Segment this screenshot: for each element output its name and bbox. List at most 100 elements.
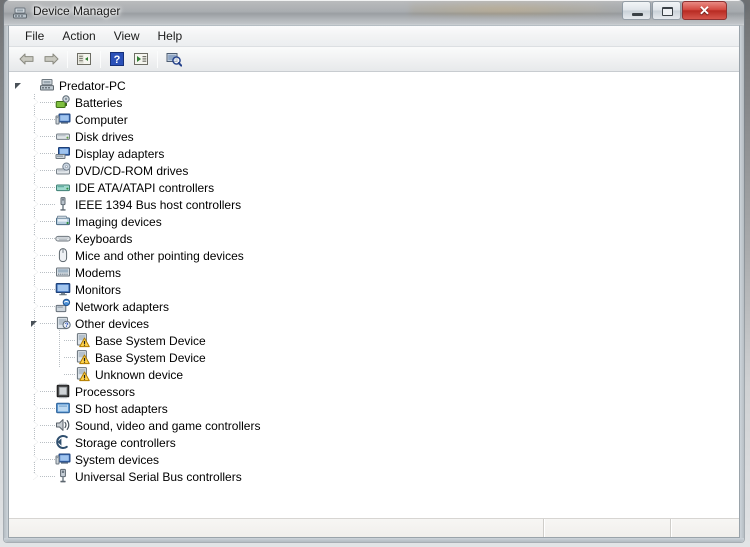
tree-connector-tick (40, 272, 55, 273)
keyboard-icon (55, 230, 71, 246)
tree-expand-arrow-collapsed-icon[interactable] (31, 114, 40, 124)
forward-button[interactable] (40, 49, 62, 70)
tree-node[interactable]: System devices (9, 451, 739, 468)
monitor-icon (55, 281, 71, 297)
device-tree-pane[interactable]: Predator-PC Batteries Computer Disk drives D… (9, 72, 739, 518)
tree-node[interactable]: IDE ATA/ATAPI controllers (9, 179, 739, 196)
tree-connector-tick (40, 425, 55, 426)
scan-magnifier-icon (166, 53, 182, 67)
window-bottom-edge (4, 538, 744, 542)
unknown-device-icon (75, 332, 91, 348)
tree-expand-arrow-collapsed-icon[interactable] (31, 437, 40, 447)
tree-expand-arrow-collapsed-icon[interactable] (31, 267, 40, 277)
close-button[interactable]: ✕ (682, 1, 727, 20)
tree-node-label: Sound, video and game controllers (75, 418, 261, 433)
status-pane-secondary-text (544, 519, 670, 525)
tree-node[interactable]: Modems (9, 264, 739, 281)
toolbar-separator-3 (157, 50, 158, 68)
tree-node-label: Computer (75, 112, 128, 127)
mouse-icon (55, 247, 71, 263)
menu-action[interactable]: Action (54, 27, 103, 45)
question-mark-icon: ? (110, 52, 124, 66)
tree-node[interactable]: Base System Device (9, 332, 739, 349)
tree-expand-arrow-collapsed-icon[interactable] (31, 182, 40, 192)
scan-hardware-changes-button[interactable] (163, 49, 185, 70)
forward-arrow-icon (44, 53, 59, 65)
tree-node[interactable]: DVD/CD-ROM drives (9, 162, 739, 179)
tree-connector-tick (40, 153, 55, 154)
show-hide-console-tree-button[interactable] (73, 49, 95, 70)
tree-root-node[interactable]: Predator-PC (9, 77, 739, 94)
tree-connector-tick (40, 459, 55, 460)
maximize-button[interactable] (652, 1, 681, 20)
tree-expand-arrow-collapsed-icon[interactable] (31, 131, 40, 141)
tree-node-label: Display adapters (75, 146, 165, 161)
toolbar-separator-2 (100, 50, 101, 68)
tree-node[interactable]: Computer (9, 111, 739, 128)
tree-node[interactable]: Unknown device (9, 366, 739, 383)
tree-node[interactable]: IEEE 1394 Bus host controllers (9, 196, 739, 213)
tree-connector-tick (40, 391, 55, 392)
properties-button[interactable] (130, 49, 152, 70)
tree-expand-arrow-collapsed-icon[interactable] (31, 471, 40, 481)
tree-node[interactable]: Mice and other pointing devices (9, 247, 739, 264)
tree-expand-arrow-collapsed-icon[interactable] (31, 233, 40, 243)
tree-expand-arrow-collapsed-icon[interactable] (31, 199, 40, 209)
status-pane-main (9, 519, 543, 537)
tree-expand-arrow-collapsed-icon[interactable] (31, 216, 40, 226)
device-manager-icon (13, 7, 27, 19)
warning-badge-icon (79, 371, 90, 382)
tree-node[interactable]: Imaging devices (9, 213, 739, 230)
tree-node[interactable]: Keyboards (9, 230, 739, 247)
tree-node-label: IDE ATA/ATAPI controllers (75, 180, 215, 195)
tree-expand-arrow-expanded-icon[interactable] (31, 319, 40, 328)
tree-node[interactable]: SD host adapters (9, 400, 739, 417)
other-devices-icon: ? (55, 315, 71, 331)
tree-expand-arrow-collapsed-icon[interactable] (31, 97, 40, 107)
tree-node-label: Batteries (75, 95, 123, 110)
tree-expand-arrow-collapsed-icon[interactable] (31, 403, 40, 413)
tree-connector-tick (40, 476, 55, 477)
tree-connector-tick (64, 357, 75, 358)
tree-expand-arrow-collapsed-icon[interactable] (31, 301, 40, 311)
title-bar[interactable]: Device Manager ✕ (4, 0, 744, 25)
tree-node[interactable]: Display adapters (9, 145, 739, 162)
minimize-button[interactable] (622, 1, 651, 20)
menu-file[interactable]: File (17, 27, 52, 45)
tree-node[interactable]: Disk drives (9, 128, 739, 145)
tree-expand-arrow-collapsed-icon[interactable] (31, 165, 40, 175)
tree-node-label: SD host adapters (75, 401, 168, 416)
tree-node[interactable]: Monitors (9, 281, 739, 298)
status-bar (9, 518, 739, 537)
tree-node-label: Storage controllers (75, 435, 176, 450)
tree-node[interactable]: Network adapters (9, 298, 739, 315)
system-device-icon (55, 451, 71, 467)
tree-node[interactable]: Sound, video and game controllers (9, 417, 739, 434)
tree-node-label: Mice and other pointing devices (75, 248, 244, 263)
menu-help[interactable]: Help (150, 27, 191, 45)
tree-node[interactable]: Processors (9, 383, 739, 400)
tree-expand-arrow-collapsed-icon[interactable] (31, 148, 40, 158)
unknown-device-icon (75, 349, 91, 365)
tree-node[interactable]: ? Other devices (9, 315, 739, 332)
status-pane-main-text (9, 519, 543, 525)
tree-node[interactable]: Storage controllers (9, 434, 739, 451)
tree-expand-arrow-collapsed-icon[interactable] (31, 250, 40, 260)
status-pane-tertiary (670, 519, 739, 537)
tree-expand-arrow-collapsed-icon[interactable] (31, 386, 40, 396)
tree-expand-arrow-collapsed-icon[interactable] (31, 420, 40, 430)
tree-node[interactable]: Base System Device (9, 349, 739, 366)
tree-expand-arrow-collapsed-icon[interactable] (31, 454, 40, 464)
help-button[interactable]: ? (106, 49, 128, 70)
toolbar-separator-1 (67, 50, 68, 68)
warning-badge-icon (79, 354, 90, 365)
tree-node[interactable]: Batteries (9, 94, 739, 111)
svg-text:?: ? (65, 322, 69, 329)
tree-node-label: Universal Serial Bus controllers (75, 469, 242, 484)
menu-view[interactable]: View (106, 27, 148, 45)
tree-node-label: Monitors (75, 282, 122, 297)
back-button[interactable] (16, 49, 38, 70)
tree-expand-arrow-collapsed-icon[interactable] (31, 284, 40, 294)
tree-node[interactable]: Universal Serial Bus controllers (9, 468, 739, 485)
tree-expand-arrow-expanded-icon[interactable] (15, 81, 24, 90)
